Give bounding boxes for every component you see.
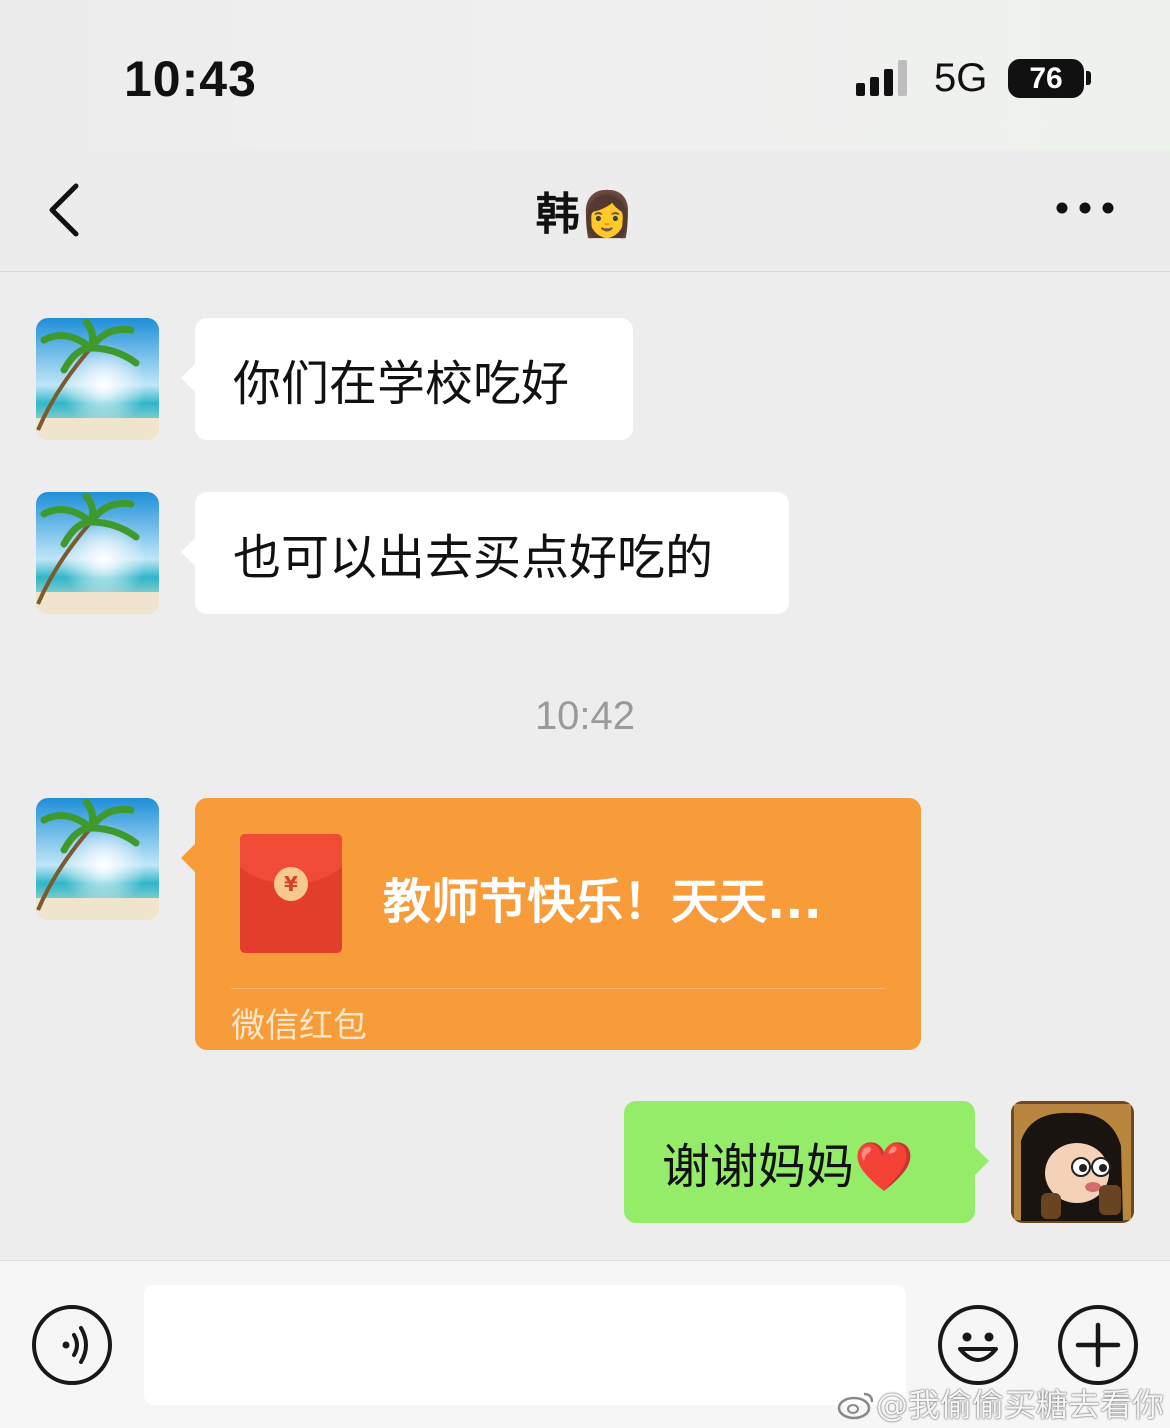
message-timestamp: 10:42 <box>534 694 636 738</box>
plus-button[interactable] <box>1058 1305 1138 1385</box>
status-time: 10:43 <box>124 51 257 107</box>
watermark-text: @我偷偷买糖去看你 <box>876 1386 1165 1424</box>
message-bubble[interactable]: 也可以出去买点好吃的 <box>181 492 789 614</box>
battery-icon: 76 <box>1008 59 1084 98</box>
battery-cap <box>1086 71 1091 85</box>
nav-bar: 韩👩 <box>0 150 1170 272</box>
message-input[interactable] <box>144 1285 906 1405</box>
red-packet-message: 教师节快乐！天天... <box>383 874 822 930</box>
voice-button[interactable] <box>32 1305 112 1385</box>
red-packet-card[interactable]: ¥ 教师节快乐！天天... 微信红包 <box>181 798 921 1050</box>
contact-avatar[interactable] <box>36 798 159 920</box>
status-bar: 10:43 5G 76 <box>0 0 1170 150</box>
more-icon <box>1056 202 1114 214</box>
coin-icon: ¥ <box>274 867 308 901</box>
weibo-icon <box>837 1392 874 1420</box>
red-packet-label: 微信红包 <box>231 1006 367 1046</box>
divider <box>231 988 885 989</box>
red-packet-icon: ¥ <box>240 834 342 953</box>
message-bubble-outgoing[interactable]: 谢谢妈妈❤️ <box>624 1101 989 1223</box>
message-text: 也可以出去买点好吃的 <box>233 530 714 586</box>
chat-title: 韩👩 <box>535 189 635 240</box>
message-text: 你们在学校吃好 <box>233 356 570 412</box>
my-avatar[interactable] <box>1011 1101 1134 1223</box>
message-text: 谢谢妈妈❤️ <box>662 1139 914 1195</box>
signal-icon <box>856 60 916 96</box>
contact-avatar[interactable] <box>36 318 159 440</box>
plus-icon <box>1075 1322 1121 1368</box>
more-button[interactable] <box>1052 190 1118 226</box>
network-type: 5G <box>934 56 988 100</box>
emoji-button[interactable] <box>938 1305 1018 1385</box>
watermark: @我偷偷买糖去看你 <box>836 1380 1164 1426</box>
emoji-icon <box>958 1332 998 1362</box>
message-bubble[interactable]: 你们在学校吃好 <box>181 318 633 440</box>
contact-avatar[interactable] <box>36 492 159 614</box>
voice-icon <box>62 1326 88 1364</box>
